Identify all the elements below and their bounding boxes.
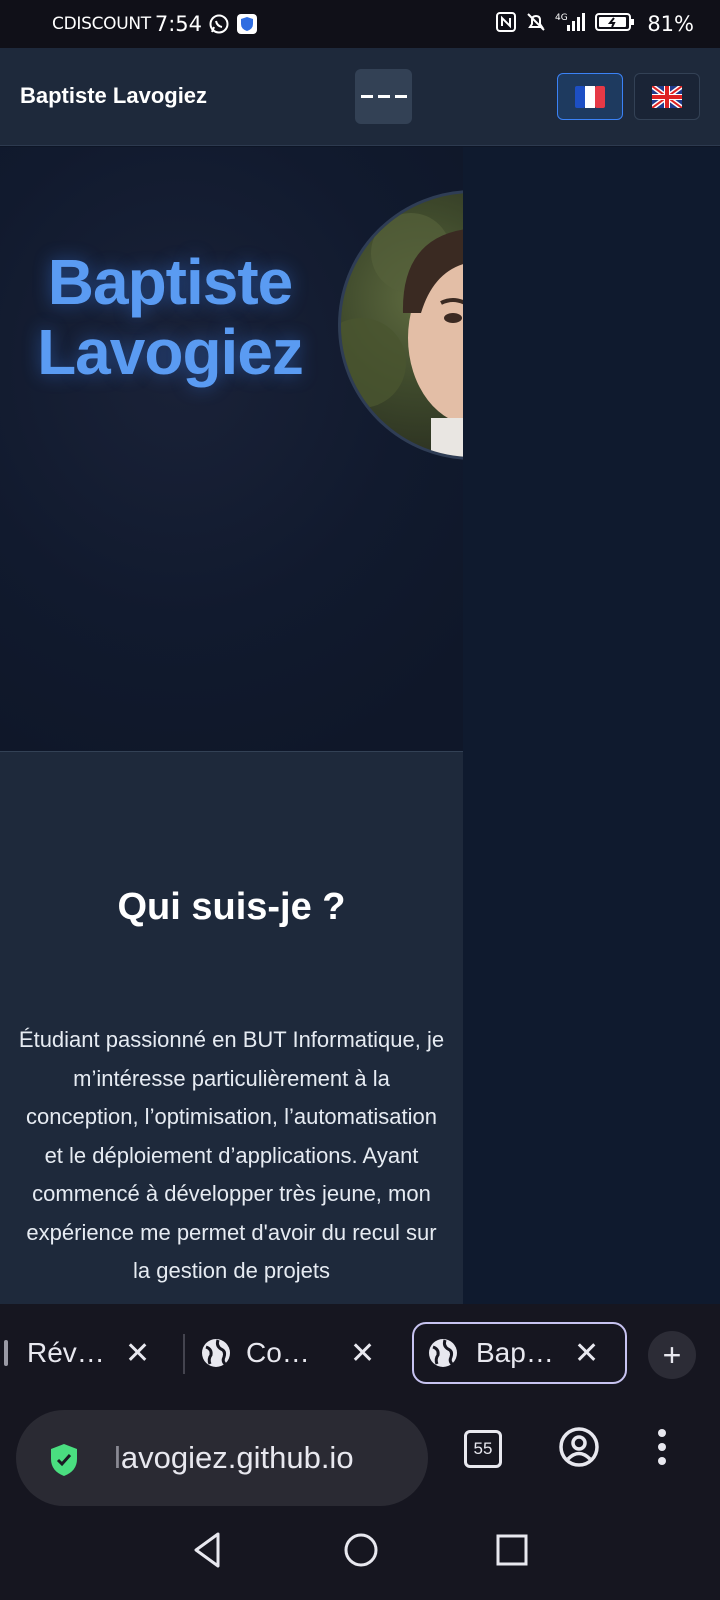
browser-toolbar: lavogiez.github.io 55 [0,1396,720,1506]
menu-bar-icon [394,95,407,98]
new-tab-button[interactable]: + [648,1331,696,1379]
site-navbar: Baptiste Lavogiez [0,48,720,146]
secure-shield-icon [51,1444,77,1476]
menu-bar-icon [377,95,390,98]
hero-section: Baptiste Lavogiez [0,147,463,751]
recents-icon[interactable] [494,1530,530,1570]
url-prefix: l [114,1440,121,1475]
address-bar[interactable]: lavogiez.github.io [16,1410,428,1506]
profile-photo [338,190,463,460]
battery-icon [595,11,635,37]
french-flag-icon [575,85,605,108]
avatar-clip [338,190,463,460]
globe-icon [429,1339,457,1367]
browser-tab[interactable]: Rév… ✕ [0,1322,180,1384]
close-icon[interactable]: ✕ [350,1336,375,1371]
svg-text:4G: 4G [555,13,568,23]
hero-name-last: Lavogiez [37,316,304,388]
about-text: Étudiant passionné en BUT Informatique, … [18,1027,445,1283]
browser-tab[interactable]: Co… ✕ [190,1322,400,1384]
uk-flag-icon [652,85,682,108]
nfc-icon [495,11,517,37]
site-brand[interactable]: Baptiste Lavogiez [20,83,207,109]
browser-tab-strip: Rév… ✕ Co… ✕ Bap… ✕ + [0,1304,720,1396]
tab-favicon-edge [4,1340,8,1366]
android-nav-bar [0,1506,720,1600]
page-overflow-background [463,147,720,1304]
more-vert-icon[interactable] [652,1426,672,1468]
back-icon[interactable] [190,1530,224,1570]
close-icon[interactable]: ✕ [125,1336,150,1371]
tab-switcher-button[interactable]: 55 [464,1430,502,1468]
about-section: Qui suis-je ? Étudiant passionné en BUT … [0,751,463,1304]
battery-percent: 81% [647,12,694,36]
url-domain: avogiez.github.io [120,1440,354,1475]
whatsapp-icon [208,13,230,35]
globe-icon [202,1339,230,1367]
status-bar: CDISCOUNT 7:54 4G 81% [0,0,720,48]
url-text: lavogiez.github.io [114,1440,354,1476]
language-en-button[interactable] [634,73,700,120]
hamburger-menu-button[interactable] [355,69,412,124]
plus-icon: + [662,1336,682,1373]
home-icon[interactable] [342,1530,380,1570]
shield-app-icon [236,13,258,35]
close-icon[interactable]: ✕ [574,1336,599,1371]
clock: 7:54 [154,12,203,36]
tab-title: Co… [246,1337,310,1368]
menu-bar-icon [360,95,373,98]
language-fr-button[interactable] [557,73,623,120]
tab-title: Bap… [476,1337,554,1368]
tab-divider [183,1334,185,1374]
tab-title: Rév… [27,1337,105,1368]
signal-icon: 4G [555,11,587,37]
browser-tab-active[interactable]: Bap… ✕ [412,1322,627,1384]
hero-name-first: Baptiste [47,246,294,318]
carrier-label: CDISCOUNT [52,14,151,34]
muted-bell-icon [525,11,547,37]
hero-name: Baptiste Lavogiez [20,247,320,387]
account-icon[interactable] [558,1426,600,1468]
about-title: Qui suis-je ? [117,886,346,928]
tab-count: 55 [473,1439,493,1458]
